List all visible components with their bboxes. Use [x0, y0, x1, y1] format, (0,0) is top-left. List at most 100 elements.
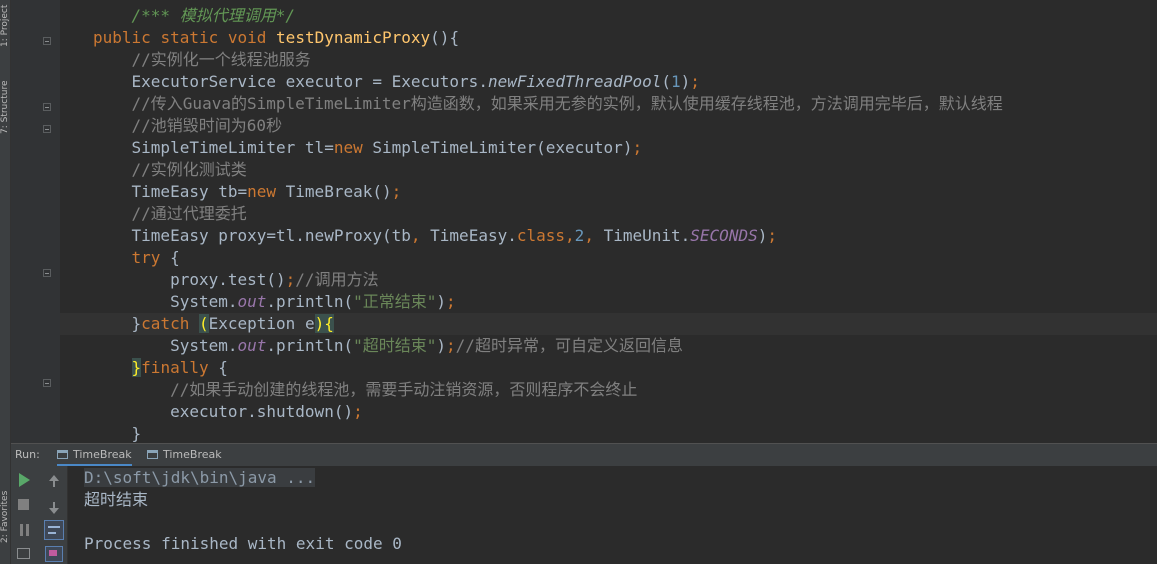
- console-command-line: D:\soft\jdk\bin\java ...: [84, 467, 316, 489]
- console-output-line: 超时结束: [84, 489, 148, 511]
- code-token: //实例化一个线程池服务: [131, 50, 311, 69]
- arrow-up-icon[interactable]: [49, 475, 59, 487]
- fold-marker-icon[interactable]: [43, 379, 51, 387]
- code-token: .println(: [266, 292, 354, 311]
- code-token: proxy.test(): [93, 270, 286, 289]
- code-token: //通过代理委托: [131, 204, 247, 223]
- code-token: public: [93, 28, 161, 47]
- console-output-line: Process finished with exit code 0: [84, 533, 402, 555]
- code-token: //传入Guava的SimpleTimeLimiter构造函数，如果采用无参的实…: [131, 94, 1003, 113]
- left-tool-strip: 1: Project 7: Structure 2: Favorites: [0, 0, 11, 564]
- arrow-down-icon[interactable]: [49, 502, 59, 514]
- code-line: SimpleTimeLimiter tl=new SimpleTimeLimit…: [60, 137, 1157, 159]
- code-token: TimeEasy proxy=tl.newProxy(tb: [93, 226, 411, 245]
- code-token: (: [198, 314, 209, 333]
- run-tab-label: TimeBreak: [73, 448, 132, 461]
- code-line: System.out.println("超时结束");//超时异常，可自定义返回…: [60, 335, 1157, 357]
- code-line: TimeEasy tb=new TimeBreak();: [60, 181, 1157, 203]
- code-line: /*** 模拟代理调用*/: [60, 5, 1157, 27]
- code-line: //实例化一个线程池服务: [60, 49, 1157, 71]
- code-token: ExecutorService executor = Executors.: [93, 72, 488, 91]
- code-token: testDynamicProxy: [276, 28, 431, 47]
- code-token: 2: [574, 226, 585, 245]
- code-token: SimpleTimeLimiter(executor): [372, 138, 633, 157]
- code-token: ,: [565, 226, 575, 245]
- fold-marker-icon[interactable]: [43, 103, 51, 111]
- code-token: ;: [767, 226, 777, 245]
- favorites-tool-tab[interactable]: 2: Favorites: [0, 470, 10, 564]
- code-token: catch: [141, 314, 199, 333]
- run-tool-window-header: Run: TimeBreak TimeBreak: [11, 443, 1157, 466]
- code-token: static: [160, 28, 228, 47]
- code-token: ;: [446, 292, 456, 311]
- code-token: "正常结束": [353, 292, 437, 311]
- console-text: Process finished with exit code 0: [84, 534, 402, 553]
- code-token: {: [170, 248, 180, 267]
- fold-marker-icon[interactable]: [43, 269, 51, 277]
- code-token: {: [218, 358, 228, 377]
- code-token: ;: [690, 72, 700, 91]
- code-line: public static void testDynamicProxy(){: [60, 27, 1157, 49]
- code-token: ,: [410, 226, 431, 245]
- print-icon[interactable]: [45, 546, 63, 562]
- fold-marker-icon[interactable]: [43, 37, 51, 45]
- code-token: TimeUnit.: [603, 226, 691, 245]
- code-token: (: [661, 72, 671, 91]
- fold-marker-icon[interactable]: [43, 125, 51, 133]
- console-output[interactable]: D:\soft\jdk\bin\java ... 超时结束 Process fini…: [68, 466, 1157, 564]
- structure-tool-tab[interactable]: 7: Structure: [0, 66, 10, 148]
- play-icon[interactable]: [19, 473, 30, 487]
- editor-gutter: [11, 0, 60, 443]
- code-line: //传入Guava的SimpleTimeLimiter构造函数，如果采用无参的实…: [60, 93, 1157, 115]
- code-line: TimeEasy proxy=tl.newProxy(tb, TimeEasy.…: [60, 225, 1157, 247]
- code-token: ;: [632, 138, 643, 157]
- code-token: (){: [430, 28, 460, 47]
- stop-icon[interactable]: [18, 499, 29, 510]
- code-token: ;: [285, 270, 296, 289]
- code-line: try {: [60, 247, 1157, 269]
- code-token: }: [93, 314, 142, 333]
- soft-wrap-icon[interactable]: [44, 520, 64, 540]
- code-token: class: [516, 226, 566, 245]
- code-token: //实例化测试类: [131, 160, 247, 179]
- code-line: System.out.println("正常结束");: [60, 291, 1157, 313]
- code-token: .println(: [266, 336, 354, 355]
- code-token: 1: [670, 72, 681, 91]
- code-line: }: [60, 423, 1157, 443]
- code-line: ExecutorService executor = Executors.new…: [60, 71, 1157, 93]
- code-token: "超时结束": [353, 336, 437, 355]
- code-token: /*** 模拟代理调用*/: [131, 6, 295, 25]
- code-token: ): [314, 314, 325, 333]
- project-tool-tab[interactable]: 1: Project: [0, 0, 10, 52]
- code-token: new: [333, 138, 373, 157]
- code-token: //如果手动创建的线程池，需要手动注销资源，否则程序不会终止: [170, 380, 638, 399]
- code-token: void: [227, 28, 277, 47]
- code-token: }: [131, 358, 142, 377]
- console-text: 超时结束: [84, 490, 149, 509]
- console-text: D:\soft\jdk\bin\java ...: [84, 468, 316, 487]
- code-token: ): [757, 226, 768, 245]
- code-token: ;: [446, 336, 456, 355]
- code-editor[interactable]: /*** 模拟代理调用*/ public static void testDyna…: [60, 0, 1157, 443]
- code-line: //实例化测试类: [60, 159, 1157, 181]
- code-token: ;: [353, 402, 363, 421]
- code-line: executor.shutdown();: [60, 401, 1157, 423]
- console-window-icon: [147, 450, 158, 459]
- code-token: TimeEasy.: [430, 226, 517, 245]
- code-token: ): [436, 336, 447, 355]
- code-token: newFixedThreadPool: [487, 72, 662, 91]
- pause-icon[interactable]: [19, 524, 30, 536]
- camera-icon[interactable]: [17, 548, 30, 559]
- code-line: //如果手动创建的线程池，需要手动注销资源，否则程序不会终止: [60, 379, 1157, 401]
- run-tab-timebreak-2[interactable]: TimeBreak: [147, 448, 222, 464]
- code-token: System.: [93, 292, 238, 311]
- code-token: out: [237, 336, 267, 355]
- run-tab-timebreak-1[interactable]: TimeBreak: [57, 448, 132, 466]
- code-token: Exception e: [208, 314, 315, 333]
